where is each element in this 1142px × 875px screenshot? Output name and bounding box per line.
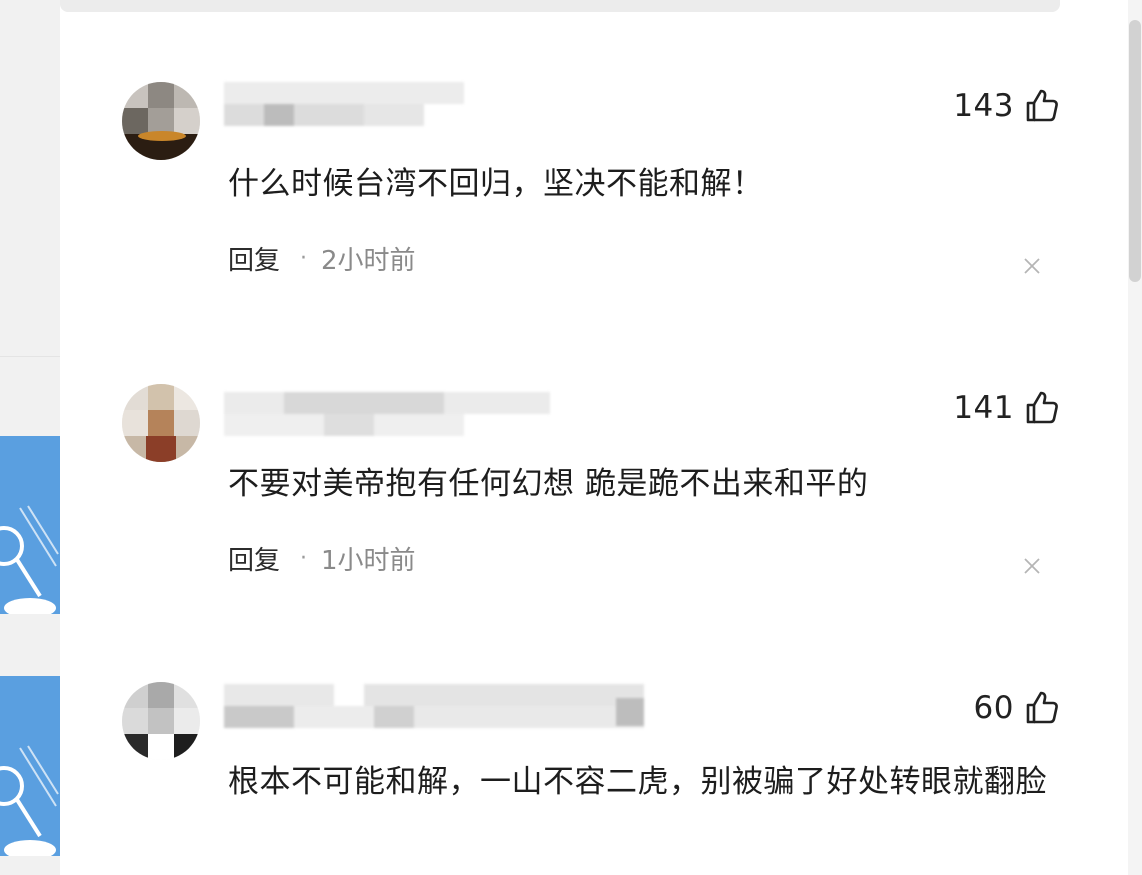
scrollbar-thumb[interactable] <box>1129 20 1141 282</box>
comment-text: 根本不可能和解，一山不容二虎，别被骗了好处转眼就翻脸 <box>228 764 1047 800</box>
left-rail <box>0 0 60 875</box>
rail-divider <box>0 356 60 357</box>
thumbs-up-icon[interactable] <box>1024 690 1060 726</box>
comment-item: 60 根本不可能和解，一山不容二虎，别被骗了好处转眼就翻脸 <box>60 0 1128 875</box>
previous-comment-edge <box>60 0 1060 12</box>
like-count: 60 <box>973 690 1014 726</box>
comments-panel: 143 什么时候台湾不回归，坚决不能和解！ 回复 · 2小时前 141 不要对美… <box>60 0 1128 875</box>
side-thumbnail[interactable] <box>0 676 60 856</box>
username-redacted <box>224 684 644 732</box>
side-thumbnail[interactable] <box>0 436 60 614</box>
avatar[interactable] <box>122 682 200 760</box>
like-control[interactable]: 60 <box>974 690 1060 726</box>
